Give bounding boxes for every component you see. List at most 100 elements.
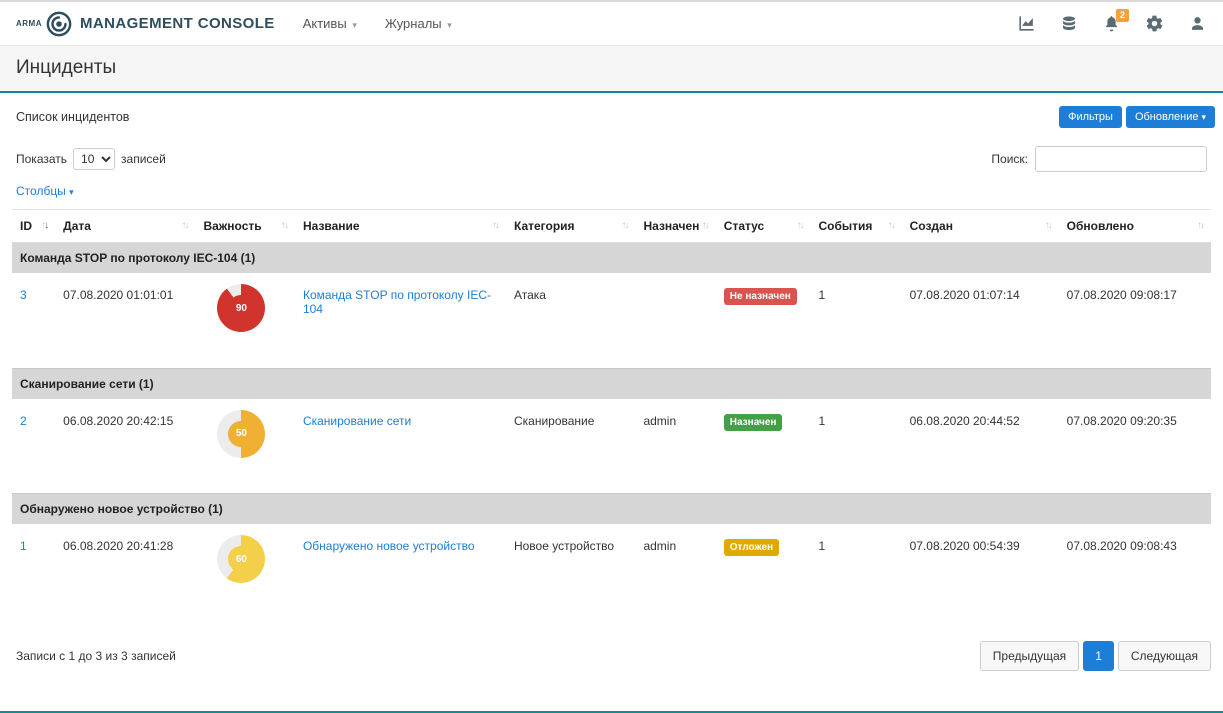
incident-row[interactable]: 3 07.08.2020 01:01:01 90 Команда STOP по… <box>12 273 1211 368</box>
entries-label: записей <box>121 152 166 166</box>
search-input[interactable] <box>1035 146 1207 172</box>
refresh-button-label: Обновление <box>1135 111 1199 123</box>
main-menu: Активы ▾ Журналы ▾ <box>303 16 452 31</box>
user-profile-icon[interactable] <box>1188 14 1207 33</box>
cell-created: 07.08.2020 01:07:14 <box>902 273 1059 368</box>
col-header-events[interactable]: ↑↓События <box>811 210 902 243</box>
brand-logo[interactable]: ARMA MANAGEMENT CONSOLE <box>16 11 275 37</box>
cell-assigned: admin <box>635 399 715 494</box>
columns-button-label: Столбцы <box>16 184 66 198</box>
incident-name-link[interactable]: Команда STOP по протоколу IEC-104 <box>303 288 491 316</box>
status-badge: Не назначен <box>724 288 797 305</box>
severity-value: 60 <box>217 535 265 583</box>
cell-date: 06.08.2020 20:41:28 <box>55 524 195 619</box>
cell-category: Новое устройство <box>506 524 635 619</box>
arma-swirl-logo-icon <box>46 11 72 37</box>
search-control: Поиск: <box>991 146 1207 172</box>
incident-group-network-scan: Сканирование сети (1) 2 06.08.2020 20:42… <box>12 368 1211 494</box>
incident-id-link[interactable]: 3 <box>20 288 27 302</box>
sort-icon: ↑↓ <box>492 220 498 231</box>
incidents-panel: Список инцидентов Фильтры Обновление▾ По… <box>0 93 1223 711</box>
panel-actions: Фильтры Обновление▾ <box>1059 106 1215 128</box>
pagination: Предыдущая 1 Следующая <box>980 641 1211 671</box>
cell-created: 07.08.2020 00:54:39 <box>902 524 1059 619</box>
columns-button[interactable]: Столбцы ▾ <box>16 184 74 198</box>
chevron-down-icon: ▾ <box>447 20 452 30</box>
incident-name-link[interactable]: Сканирование сети <box>303 414 411 428</box>
cell-updated: 07.08.2020 09:20:35 <box>1059 399 1211 494</box>
cell-id: 2 <box>12 399 55 494</box>
refresh-button[interactable]: Обновление▾ <box>1126 106 1215 128</box>
chevron-down-icon: ▾ <box>352 20 357 30</box>
sort-icon: ↑↓ <box>41 220 47 231</box>
menu-assets[interactable]: Активы ▾ <box>303 16 357 31</box>
cell-status: Назначен <box>716 399 811 494</box>
sort-icon: ↑↓ <box>888 220 894 231</box>
prev-page-button[interactable]: Предыдущая <box>980 641 1079 671</box>
group-label: Обнаружено новое устройство (1) <box>12 494 1211 525</box>
sort-icon: ↑↓ <box>1045 220 1051 231</box>
cell-severity: 90 <box>195 273 295 368</box>
settings-gear-icon[interactable] <box>1145 14 1164 33</box>
current-page-button[interactable]: 1 <box>1083 641 1114 671</box>
severity-value: 90 <box>217 284 265 332</box>
col-header-updated[interactable]: ↑↓Обновлено <box>1059 210 1211 243</box>
charts-icon[interactable] <box>1017 14 1036 33</box>
table-controls: Показать 10 записей Поиск: <box>0 138 1223 174</box>
database-icon[interactable] <box>1060 15 1078 33</box>
status-badge: Отложен <box>724 539 779 556</box>
sort-icon: ↑↓ <box>621 220 627 231</box>
col-header-created[interactable]: ↑↓Создан <box>902 210 1059 243</box>
top-navbar: ARMA MANAGEMENT CONSOLE Активы ▾ Журналы… <box>0 2 1223 46</box>
cell-name: Обнаружено новое устройство <box>295 524 506 619</box>
cell-category: Сканирование <box>506 399 635 494</box>
menu-logs-label: Журналы <box>385 16 442 31</box>
cell-assigned: admin <box>635 524 715 619</box>
chevron-down-icon: ▾ <box>1201 112 1206 122</box>
severity-donut: 50 <box>217 410 265 458</box>
page-header: Инциденты <box>0 46 1223 93</box>
notifications-bell-icon[interactable]: 2 <box>1102 14 1121 33</box>
brand-title: MANAGEMENT CONSOLE <box>80 15 275 32</box>
cell-category: Атака <box>506 273 635 368</box>
cell-updated: 07.08.2020 09:08:17 <box>1059 273 1211 368</box>
cell-name: Сканирование сети <box>295 399 506 494</box>
sort-icon: ↑↓ <box>1197 220 1203 231</box>
incident-name-link[interactable]: Обнаружено новое устройство <box>303 539 475 553</box>
show-label: Показать <box>16 152 67 166</box>
cell-severity: 60 <box>195 524 295 619</box>
severity-value: 50 <box>217 410 265 458</box>
col-header-status[interactable]: ↑↓Статус <box>716 210 811 243</box>
status-badge: Назначен <box>724 414 783 431</box>
chevron-down-icon: ▾ <box>69 187 74 197</box>
incident-id-link[interactable]: 1 <box>20 539 27 553</box>
filters-button[interactable]: Фильтры <box>1059 106 1122 128</box>
col-header-severity[interactable]: ↑↓Важность <box>195 210 295 243</box>
incident-row[interactable]: 1 06.08.2020 20:41:28 60 Обнаружено ново… <box>12 524 1211 619</box>
cell-date: 07.08.2020 01:01:01 <box>55 273 195 368</box>
search-label: Поиск: <box>991 152 1028 166</box>
col-header-name[interactable]: ↑↓Название <box>295 210 506 243</box>
cell-assigned <box>635 273 715 368</box>
cell-severity: 50 <box>195 399 295 494</box>
page-title: Инциденты <box>16 57 1207 79</box>
sort-icon: ↑↓ <box>281 220 287 231</box>
incident-id-link[interactable]: 2 <box>20 414 27 428</box>
incidents-table: ↑↓ID ↑↓Дата ↑↓Важность ↑↓Название ↑↓Кате… <box>12 209 1211 619</box>
page-size-control: Показать 10 записей <box>16 148 166 170</box>
cell-events: 1 <box>811 524 902 619</box>
cell-updated: 07.08.2020 09:08:43 <box>1059 524 1211 619</box>
next-page-button[interactable]: Следующая <box>1118 641 1211 671</box>
cell-events: 1 <box>811 273 902 368</box>
menu-logs[interactable]: Журналы ▾ <box>385 16 452 31</box>
col-header-category[interactable]: ↑↓Категория <box>506 210 635 243</box>
col-header-assigned[interactable]: ↑↓Назначен <box>635 210 715 243</box>
incident-row[interactable]: 2 06.08.2020 20:42:15 50 Сканирование се… <box>12 399 1211 494</box>
page-size-select[interactable]: 10 <box>73 148 115 170</box>
col-header-date[interactable]: ↑↓Дата <box>55 210 195 243</box>
col-header-id[interactable]: ↑↓ID <box>12 210 55 243</box>
notifications-count-badge: 2 <box>1116 9 1129 22</box>
table-header-row: ↑↓ID ↑↓Дата ↑↓Важность ↑↓Название ↑↓Кате… <box>12 210 1211 243</box>
cell-id: 1 <box>12 524 55 619</box>
panel-title: Список инцидентов <box>16 110 129 124</box>
